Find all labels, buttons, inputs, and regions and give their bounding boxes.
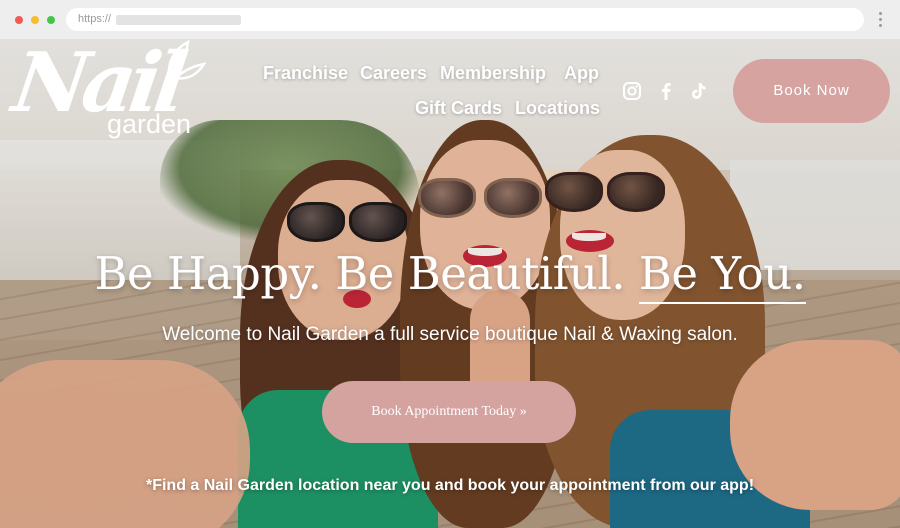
url-redacted (116, 15, 241, 25)
close-window-icon[interactable] (15, 16, 23, 24)
nail-garden-logo[interactable]: Nail garden (7, 40, 212, 140)
book-now-button[interactable]: Book Now (733, 59, 890, 123)
nav-link-locations[interactable]: Locations (515, 98, 600, 119)
tiktok-icon[interactable] (689, 81, 709, 101)
logo-subtitle: garden (107, 109, 192, 139)
hero-headline-main: Be Happy. Be Beautiful. (94, 247, 639, 300)
hero-headline: Be Happy. Be Beautiful. Be You. (0, 247, 900, 304)
hero-footnote: *Find a Nail Garden location near you an… (145, 477, 755, 494)
nav-link-careers[interactable]: Careers (360, 63, 427, 84)
nav-link-franchise[interactable]: Franchise (263, 63, 348, 84)
browser-chrome: https:// (0, 0, 900, 40)
instagram-icon[interactable] (622, 81, 642, 101)
browser-menu-icon[interactable] (877, 12, 883, 30)
minimize-window-icon[interactable] (31, 16, 39, 24)
nav-link-membership[interactable]: Membership (440, 63, 546, 84)
address-bar[interactable]: https:// (66, 8, 864, 31)
book-appointment-button[interactable]: Book Appointment Today » (322, 381, 576, 443)
hero-section: Nail garden Franchise Careers Membership… (0, 40, 900, 528)
facebook-icon[interactable] (656, 81, 676, 101)
url-prefix: https:// (78, 13, 112, 25)
hero-headline-emphasis: Be You. (638, 247, 806, 304)
nav-link-gift-cards[interactable]: Gift Cards (415, 98, 502, 119)
maximize-window-icon[interactable] (47, 16, 55, 24)
nav-link-app[interactable]: App (564, 63, 599, 84)
hero-tagline: Welcome to Nail Garden a full service bo… (162, 324, 738, 345)
